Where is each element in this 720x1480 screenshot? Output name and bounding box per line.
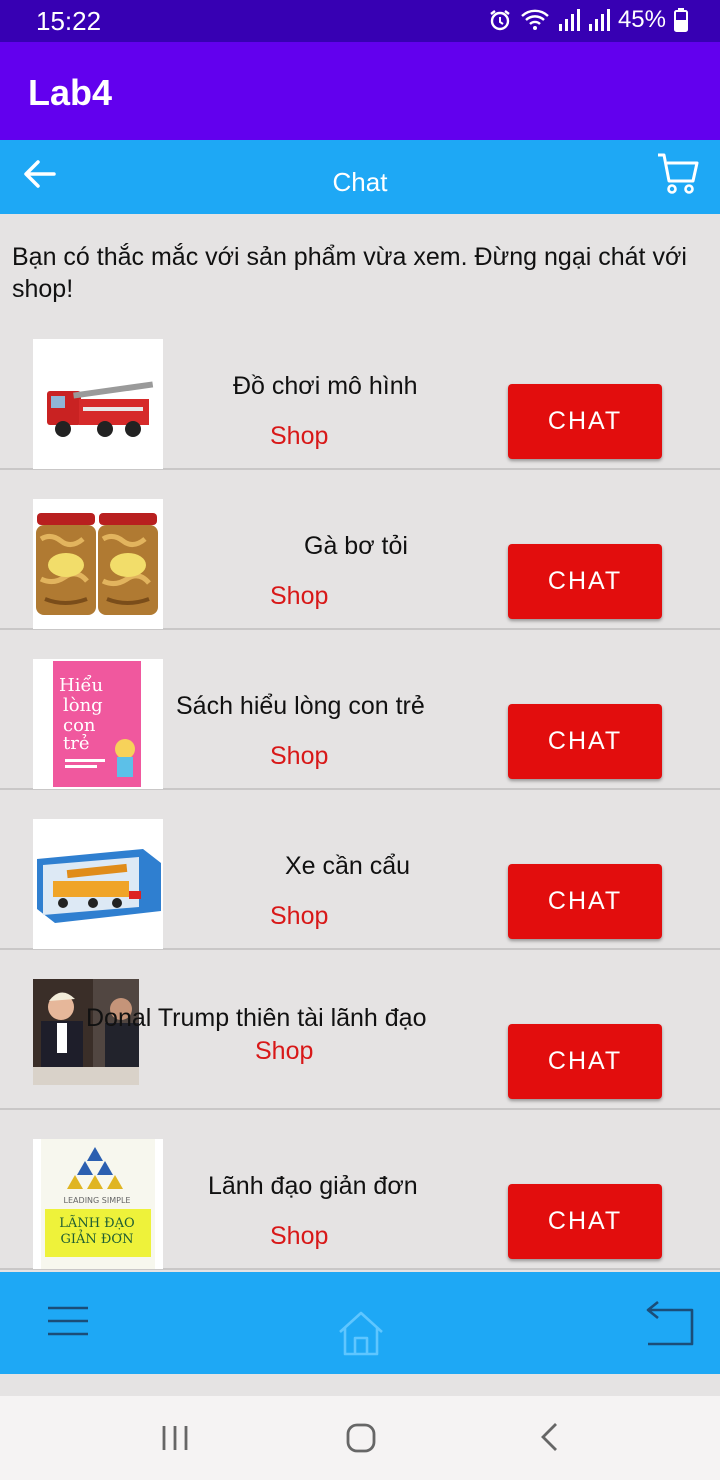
list-item[interactable]: Đồ chơi mô hình Shop CHAT (0, 310, 720, 470)
product-image (33, 819, 163, 949)
product-name: Gà bơ tỏi (304, 532, 408, 560)
battery-icon (674, 8, 688, 32)
page-title: Chat (332, 167, 388, 197)
product-list[interactable]: Đồ chơi mô hình Shop CHAT Gà bơ tỏi Shop… (0, 310, 720, 1272)
leading-simple-book-image: LEADING SIMPLE LÃNH ĐẠO GIẢN ĐƠN (33, 1139, 163, 1269)
book-subtitle: LEADING SIMPLE (64, 1196, 131, 1205)
crane-box-image (33, 819, 163, 949)
book-title-line: LÃNH ĐẠO (59, 1215, 134, 1231)
product-image (33, 339, 163, 469)
status-bar: 15:22 45% (0, 0, 720, 42)
shop-link[interactable]: Shop (270, 1222, 328, 1251)
shop-link[interactable]: Shop (270, 902, 328, 931)
pink-book-image: Hiểu lòng con trẻ (33, 659, 163, 789)
shop-link[interactable]: Shop (270, 582, 328, 611)
signal-icon (558, 9, 580, 31)
book-title-line: trẻ (63, 733, 90, 754)
product-image: LEADING SIMPLE LÃNH ĐẠO GIẢN ĐƠN (33, 1139, 163, 1269)
chat-button[interactable]: CHAT (508, 1184, 662, 1259)
app-bar: Lab4 (0, 42, 720, 140)
product-image: Hiểu lòng con trẻ (33, 659, 163, 789)
list-item[interactable]: Donal Trump thiên tài lãnh đạo Shop CHAT (0, 950, 720, 1110)
list-item[interactable]: Hiểu lòng con trẻ Sách hiểu lòng con trẻ… (0, 630, 720, 790)
list-item[interactable]: Gà bơ tỏi Shop CHAT (0, 470, 720, 630)
chat-button[interactable]: CHAT (508, 384, 662, 459)
chat-button[interactable]: CHAT (508, 704, 662, 779)
wifi-icon (521, 9, 549, 30)
app-title: Lab4 (28, 72, 113, 113)
bottom-bar (0, 1272, 720, 1374)
product-name: Xe cần cẩu (285, 852, 411, 880)
product-name: Đồ chơi mô hình (233, 372, 418, 400)
battery-percent: 45% (617, 6, 666, 33)
book-title-line: GIẢN ĐƠN (61, 1229, 134, 1247)
menu-icon[interactable] (46, 1304, 90, 1338)
recent-apps-icon[interactable] (160, 1424, 190, 1452)
chat-button[interactable]: CHAT (508, 544, 662, 619)
chat-button[interactable]: CHAT (508, 864, 662, 939)
signal-icon-2 (588, 9, 610, 31)
fire-truck-image (33, 339, 163, 469)
system-nav-bar (0, 1396, 720, 1480)
shop-link[interactable]: Shop (270, 742, 328, 771)
cart-icon[interactable] (656, 150, 702, 196)
product-name: Sách hiểu lòng con trẻ (176, 692, 425, 720)
status-icons: 45% (488, 6, 688, 34)
undo-icon[interactable] (644, 1298, 696, 1348)
home-nav-icon[interactable] (346, 1423, 376, 1453)
back-nav-icon[interactable] (538, 1422, 560, 1452)
chicken-jars-image (33, 499, 163, 629)
shop-link[interactable]: Shop (270, 422, 328, 451)
intro-text: Bạn có thắc mắc với sản phẩm vừa xem. Đừ… (12, 243, 687, 303)
product-name: Donal Trump thiên tài lãnh đạo (86, 1004, 427, 1032)
alarm-icon (490, 10, 510, 31)
book-title-line: Hiểu (59, 674, 103, 696)
shop-link[interactable]: Shop (255, 1037, 313, 1066)
product-name: Lãnh đạo giản đơn (208, 1172, 418, 1200)
toolbar: Chat (0, 140, 720, 214)
book-title-line: lòng (63, 695, 103, 716)
list-item[interactable]: LEADING SIMPLE LÃNH ĐẠO GIẢN ĐƠN Lãnh đạ… (0, 1110, 720, 1270)
chat-button[interactable]: CHAT (508, 1024, 662, 1099)
product-image (33, 499, 163, 629)
list-item[interactable]: Xe cần cẩu Shop CHAT (0, 790, 720, 950)
status-time: 15:22 (36, 6, 102, 36)
home-icon[interactable] (336, 1308, 386, 1358)
